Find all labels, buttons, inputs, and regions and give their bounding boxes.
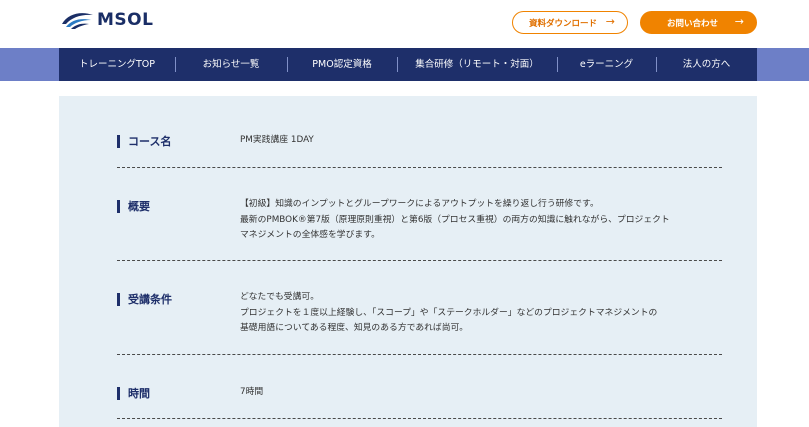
contact-button[interactable]: お問い合わせ → <box>640 11 757 34</box>
site-header: MSOL 資料ダウンロード → お問い合わせ → <box>0 0 809 48</box>
msol-logo[interactable]: MSOL <box>60 9 153 31</box>
course-name-row: コース名 PM実践講座 1DAY <box>117 96 722 168</box>
row-value: PM実践講座 1DAY <box>240 133 314 149</box>
nav-item-elearning[interactable]: eラーニング <box>557 48 656 81</box>
nav-item-label: お知らせ一覧 <box>202 59 260 70</box>
nav-item-training-top[interactable]: トレーニングTOP <box>59 48 175 81</box>
row-label: 時間 <box>117 387 150 400</box>
nav-item-label: 集合研修（リモート・対面） <box>415 59 539 70</box>
value-line: プロジェクトを１度以上経験し、「スコープ」や「ステークホルダー」などのプロジェク… <box>240 307 658 318</box>
duration-row: 時間 7時間 <box>117 355 722 419</box>
row-value: 7時間 <box>240 385 263 401</box>
nav-item-label: PMO認定資格 <box>312 59 372 70</box>
value-line: 最新のPMBOK®第7版（原理原則重視）と第6版（プロセス重視）の両方の知識に触… <box>240 214 670 225</box>
row-label: コース名 <box>117 135 171 148</box>
nav-item-group-training[interactable]: 集合研修（リモート・対面） <box>397 48 557 81</box>
value-line: 【初級】知識のインプットとグループワークによるアウトプットを繰り返し行う研修です… <box>240 199 599 209</box>
arrow-right-icon: → <box>734 15 744 28</box>
row-label: 概要 <box>117 200 150 213</box>
value-line: 7時間 <box>240 387 264 397</box>
value-line: どなたでも受講可。 <box>240 292 319 302</box>
nav-item-label: 法人の方へ <box>682 59 731 70</box>
arrow-right-icon: → <box>605 15 615 28</box>
global-nav: トレーニングTOP お知らせ一覧 PMO認定資格 集合研修（リモート・対面） e… <box>59 48 757 81</box>
logo-swoosh-icon <box>62 13 93 29</box>
nav-item-corporate[interactable]: 法人の方へ <box>656 48 757 81</box>
overview-row: 概要 【初級】知識のインプットとグループワークによるアウトプットを繰り返し行う研… <box>117 168 722 261</box>
nav-item-label: eラーニング <box>579 59 634 70</box>
row-value: 【初級】知識のインプットとグループワークによるアウトプットを繰り返し行う研修です… <box>240 197 670 244</box>
download-materials-button[interactable]: 資料ダウンロード → <box>512 11 628 34</box>
logo-text: MSOL <box>97 10 154 30</box>
nav-item-pmo-certification[interactable]: PMO認定資格 <box>287 48 397 81</box>
course-info-panel: コース名 PM実践講座 1DAY 概要 【初級】知識のインプットとグループワーク… <box>59 96 757 427</box>
value-line: PM実践講座 1DAY <box>240 135 314 145</box>
row-label: 受講条件 <box>117 293 172 306</box>
nav-item-news[interactable]: お知らせ一覧 <box>175 48 287 81</box>
requirements-row: 受講条件 どなたでも受講可。 プロジェクトを１度以上経験し、「スコープ」や「ステ… <box>117 261 722 355</box>
value-line: マネジメントの全体感を学びます。 <box>240 230 380 240</box>
row-value: どなたでも受講可。 プロジェクトを１度以上経験し、「スコープ」や「ステークホルダ… <box>240 290 657 337</box>
download-button-label: 資料ダウンロード <box>528 18 597 29</box>
value-line: 基礎用語についてある程度、知見のある方であれば尚可。 <box>240 323 469 333</box>
contact-button-label: お問い合わせ <box>666 18 718 29</box>
nav-item-label: トレーニングTOP <box>78 59 155 70</box>
